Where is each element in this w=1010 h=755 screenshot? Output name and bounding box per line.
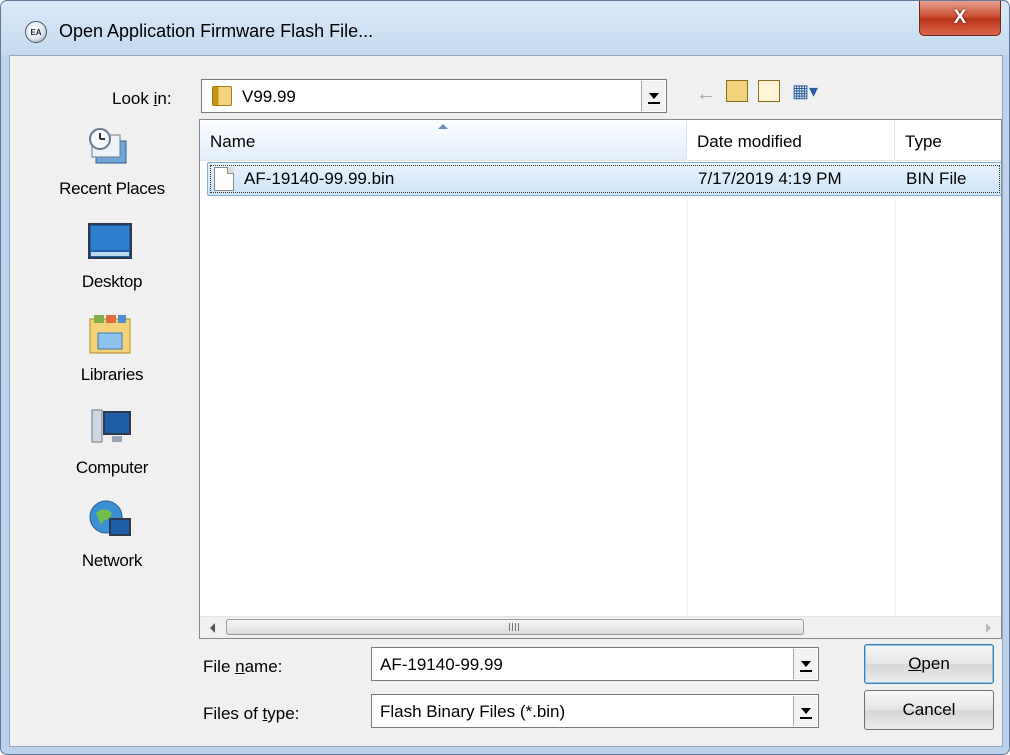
file-name-field[interactable]: AF-19140-99.99 — [371, 647, 819, 681]
place-desktop[interactable]: Desktop — [26, 220, 198, 308]
places-bar: Recent Places Desktop Libraries Computer… — [26, 119, 198, 637]
file-name-value[interactable]: AF-19140-99.99 — [380, 655, 503, 675]
file-type-value: Flash Binary Files (*.bin) — [380, 702, 566, 721]
open-button[interactable]: Open — [864, 644, 994, 684]
file-date: 7/17/2019 4:19 PM — [698, 169, 842, 188]
file-type: BIN File — [906, 169, 967, 188]
scroll-right-icon[interactable] — [986, 623, 991, 633]
file-list[interactable]: Name Date modified Type AF-19140-99.99.b… — [199, 119, 1002, 639]
place-recent-places[interactable]: Recent Places — [26, 127, 198, 215]
grip-icon — [509, 623, 519, 631]
open-file-dialog: EA Open Application Firmware Flash File.… — [0, 0, 1010, 755]
back-arrow-icon[interactable]: ← — [696, 83, 716, 105]
file-type-dropdown-button[interactable] — [793, 696, 817, 726]
app-icon: EA — [25, 21, 47, 43]
place-libraries[interactable]: Libraries — [26, 313, 198, 401]
place-label: Desktop — [81, 272, 143, 291]
close-icon: X — [953, 7, 967, 28]
place-label: Libraries — [80, 365, 144, 384]
file-row[interactable]: AF-19140-99.99.bin 7/17/2019 4:19 PM BIN… — [207, 162, 1001, 196]
column-header-name[interactable]: Name — [200, 120, 687, 160]
place-label: Network — [81, 551, 143, 570]
network-icon — [89, 500, 131, 536]
look-in-dropdown[interactable]: V99.99 — [201, 79, 667, 113]
sort-up-icon — [438, 124, 448, 129]
file-name-label: File name: — [203, 657, 283, 676]
desktop-icon — [88, 223, 132, 259]
view-menu-icon[interactable]: ▦▾ — [792, 80, 818, 102]
title-bar[interactable]: EA Open Application Firmware Flash File.… — [1, 1, 1009, 55]
chevron-down-icon — [649, 93, 659, 99]
file-icon — [214, 167, 234, 191]
place-computer[interactable]: Computer — [26, 406, 198, 494]
horizontal-scrollbar[interactable] — [200, 616, 1001, 638]
computer-icon — [91, 409, 131, 443]
window-title: Open Application Firmware Flash File... — [59, 21, 374, 41]
file-name: AF-19140-99.99.bin — [244, 169, 395, 188]
column-header-row: Name Date modified Type — [200, 120, 1001, 161]
look-in-dropdown-button[interactable] — [641, 81, 665, 111]
libraries-icon — [89, 315, 131, 354]
column-header-type[interactable]: Type — [895, 120, 1001, 160]
place-label: Computer — [75, 458, 149, 477]
place-label: Recent Places — [59, 179, 165, 198]
file-name-dropdown-button[interactable] — [793, 649, 817, 679]
chevron-down-icon — [801, 661, 811, 667]
close-button[interactable]: X — [919, 1, 1001, 36]
folder-icon — [212, 86, 232, 106]
place-network[interactable]: Network — [26, 499, 198, 587]
new-folder-icon[interactable] — [758, 80, 780, 102]
look-in-label: Look in: — [112, 89, 172, 108]
up-folder-icon[interactable] — [726, 80, 748, 102]
dialog-body: Look in: V99.99 ← ▦▾ Recent Places Deskt… — [9, 55, 1003, 747]
scroll-left-icon[interactable] — [210, 623, 215, 633]
recent-places-icon — [89, 128, 127, 164]
file-type-label: Files of type: — [203, 704, 300, 723]
scrollbar-thumb[interactable] — [226, 619, 804, 635]
look-in-value: V99.99 — [242, 87, 296, 106]
file-type-select[interactable]: Flash Binary Files (*.bin) — [371, 694, 819, 728]
cancel-button[interactable]: Cancel — [864, 690, 994, 730]
column-header-date[interactable]: Date modified — [687, 120, 895, 160]
chevron-down-icon — [801, 708, 811, 714]
